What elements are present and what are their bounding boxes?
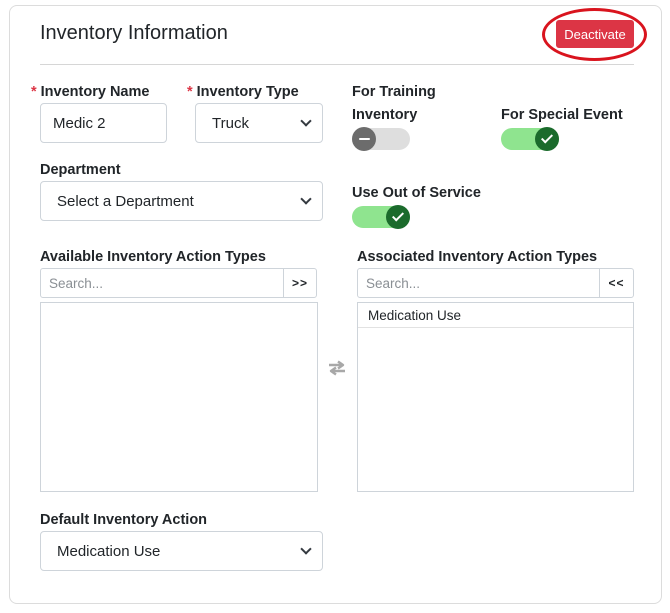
available-types-list[interactable] bbox=[40, 302, 318, 492]
inventory-name-label: * Inventory Name bbox=[31, 84, 149, 100]
default-action-select[interactable]: Medication Use bbox=[40, 531, 323, 571]
chevron-down-icon bbox=[300, 543, 312, 555]
inventory-name-input[interactable]: Medic 2 bbox=[40, 103, 167, 143]
required-mark: * bbox=[31, 84, 37, 100]
minus-icon bbox=[352, 127, 376, 151]
check-icon bbox=[535, 127, 559, 151]
check-icon bbox=[386, 205, 410, 229]
inventory-name-label-text: Inventory Name bbox=[40, 84, 150, 100]
for-special-event-toggle[interactable] bbox=[501, 127, 559, 151]
move-all-right-button[interactable]: >> bbox=[283, 268, 317, 298]
department-label: Department bbox=[40, 162, 121, 178]
for-training-label-line2: Inventory bbox=[352, 107, 418, 123]
department-value: Select a Department bbox=[57, 192, 194, 210]
inventory-type-value: Truck bbox=[212, 114, 249, 132]
associated-types-list[interactable]: Medication Use bbox=[357, 302, 634, 492]
chevron-down-icon bbox=[300, 115, 312, 127]
for-training-label-line1: For Training bbox=[352, 84, 436, 100]
for-special-event-label: For Special Event bbox=[501, 107, 623, 123]
use-out-of-service-label: Use Out of Service bbox=[352, 185, 481, 201]
annotation-circle bbox=[542, 8, 647, 61]
inventory-type-label-text: Inventory Type bbox=[196, 84, 299, 100]
list-item[interactable]: Medication Use bbox=[358, 303, 633, 328]
page-title: Inventory Information bbox=[40, 22, 228, 44]
inventory-type-label: * Inventory Type bbox=[187, 84, 299, 100]
header-divider bbox=[40, 64, 634, 65]
inventory-type-select[interactable]: Truck bbox=[195, 103, 323, 143]
available-types-label: Available Inventory Action Types bbox=[40, 249, 266, 265]
for-training-toggle[interactable] bbox=[352, 127, 410, 151]
associated-types-label: Associated Inventory Action Types bbox=[357, 249, 598, 265]
associated-types-search-input[interactable]: Search... bbox=[357, 268, 600, 298]
chevron-down-icon bbox=[300, 193, 312, 205]
use-out-of-service-toggle[interactable] bbox=[352, 205, 410, 229]
swap-arrows-icon bbox=[329, 360, 345, 376]
available-types-search-input[interactable]: Search... bbox=[40, 268, 284, 298]
department-select[interactable]: Select a Department bbox=[40, 181, 323, 221]
required-mark: * bbox=[187, 84, 193, 100]
default-action-value: Medication Use bbox=[57, 542, 161, 560]
move-all-left-button[interactable]: << bbox=[599, 268, 634, 298]
default-action-label: Default Inventory Action bbox=[40, 512, 208, 528]
